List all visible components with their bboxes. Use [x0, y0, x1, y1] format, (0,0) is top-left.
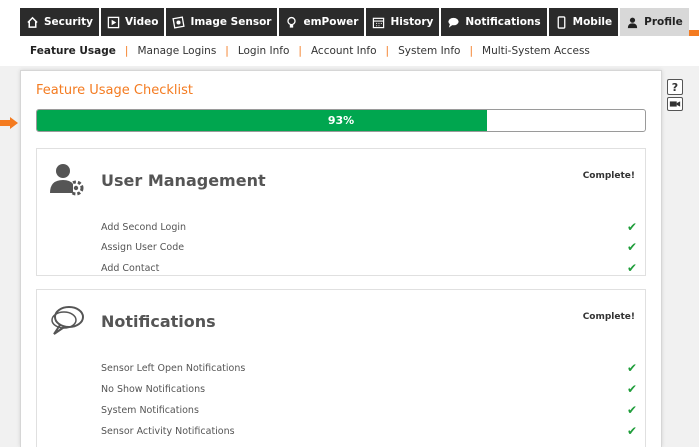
sub-navigation: Feature Usage | Manage Logins | Login In… — [0, 36, 699, 66]
item-label: Sensor Left Open Notifications — [101, 362, 246, 374]
item-label: Add Contact — [101, 262, 160, 274]
section-user-management: User Management Complete! Add Second Log… — [36, 148, 646, 276]
tab-mobile[interactable]: Mobile — [548, 8, 619, 36]
checkmark-icon: ✔ — [626, 240, 637, 254]
checkmark-icon: ✔ — [626, 382, 637, 396]
subnav-manage-logins[interactable]: Manage Logins — [137, 45, 216, 57]
subnav-login-info[interactable]: Login Info — [238, 45, 290, 57]
subnav-account-info[interactable]: Account Info — [311, 45, 377, 57]
main-tabs: Security Video Image Sensor emPower Hist… — [20, 8, 689, 36]
checkmark-icon: ✔ — [626, 403, 637, 417]
list-item: Sensor Activity Notifications ✔ — [101, 423, 637, 439]
tab-image-sensor[interactable]: Image Sensor — [166, 8, 278, 36]
status-label: Complete! — [582, 312, 635, 322]
separator: | — [385, 45, 390, 57]
item-label: Sensor Activity Notifications — [101, 425, 235, 437]
arrow-pointer-icon — [0, 117, 18, 129]
list-item: Add Contact ✔ — [101, 260, 637, 276]
section-title: User Management — [101, 171, 266, 190]
list-item: No Show Notifications ✔ — [101, 381, 637, 397]
home-icon — [27, 16, 38, 28]
subnav-feature-usage[interactable]: Feature Usage — [30, 45, 116, 57]
progress-label: 93% — [327, 114, 355, 127]
calendar-icon — [373, 17, 385, 28]
tab-label: emPower — [303, 16, 359, 28]
video-camera-icon[interactable] — [667, 97, 683, 111]
tab-label: Profile — [644, 16, 683, 28]
progress-bar: 93% — [36, 109, 646, 132]
user-icon — [627, 17, 638, 28]
item-label: System Notifications — [101, 404, 199, 416]
checklist-title: Feature Usage Checklist — [36, 83, 193, 98]
section-notifications: Notifications Complete! Sensor Left Open… — [36, 289, 646, 447]
tab-label: Notifications — [465, 16, 541, 28]
separator: | — [225, 45, 229, 57]
section-title: Notifications — [101, 312, 216, 331]
subnav-multi-system-access[interactable]: Multi-System Access — [482, 45, 590, 57]
separator: | — [124, 45, 129, 57]
chat-icon — [448, 17, 459, 28]
tab-security[interactable]: Security — [20, 8, 100, 36]
camera-icon — [172, 15, 186, 29]
item-label: No Show Notifications — [101, 383, 206, 395]
list-item: Sensor Left Open Notifications ✔ — [101, 360, 637, 376]
item-label: Assign User Code — [101, 241, 185, 253]
help-icon[interactable]: ? — [667, 79, 683, 95]
tab-label: Security — [44, 16, 94, 28]
feature-usage-panel: Feature Usage Checklist 93% User Managem… — [20, 70, 662, 447]
separator: | — [298, 45, 302, 57]
speech-bubble-icon — [51, 306, 84, 335]
user-gear-icon — [50, 164, 84, 196]
tab-label: Mobile — [572, 16, 613, 28]
tab-label: Video — [125, 16, 159, 28]
item-label: Add Second Login — [101, 221, 187, 233]
checkmark-icon: ✔ — [626, 220, 637, 234]
tab-notifications[interactable]: Notifications — [441, 8, 547, 36]
list-item: System Notifications ✔ — [101, 402, 637, 418]
tab-video[interactable]: Video — [101, 8, 165, 36]
lightbulb-icon — [287, 16, 297, 28]
tab-profile[interactable]: Profile — [620, 8, 689, 36]
tab-history[interactable]: History — [366, 8, 440, 36]
checkmark-icon: ✔ — [626, 424, 637, 438]
tab-label: History — [390, 16, 434, 28]
tab-label: Image Sensor — [190, 16, 272, 28]
play-icon — [107, 16, 120, 28]
status-label: Complete! — [582, 171, 635, 181]
separator: | — [469, 45, 474, 57]
list-item: Assign User Code ✔ — [101, 239, 637, 255]
checkmark-icon: ✔ — [626, 261, 637, 275]
subnav-system-info[interactable]: System Info — [398, 45, 460, 57]
checkmark-icon: ✔ — [626, 361, 637, 375]
list-item: Add Second Login ✔ — [101, 219, 637, 235]
phone-icon — [557, 15, 566, 29]
tab-empower[interactable]: emPower — [279, 8, 365, 36]
top-tab-bar: Security Video Image Sensor emPower Hist… — [0, 0, 699, 36]
